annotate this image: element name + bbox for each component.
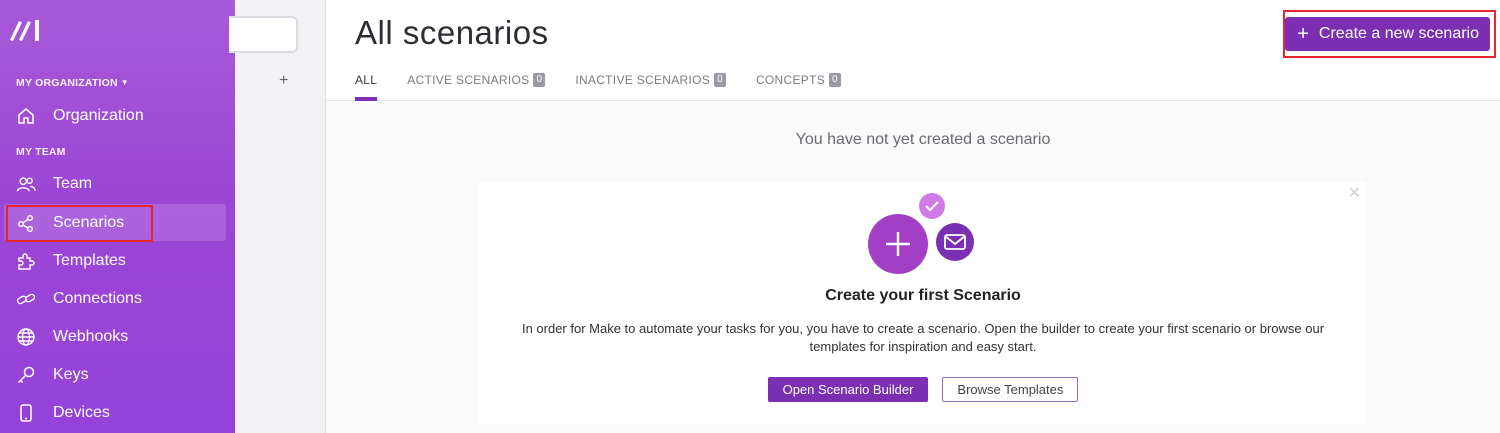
sidebar-item-label: Organization — [53, 106, 144, 124]
sidebar-item-label: Devices — [53, 403, 110, 421]
sidebar-item-organization[interactable]: Organization — [4, 97, 226, 134]
caret-down-icon: ▼ — [120, 78, 129, 87]
sidebar: MY ORGANIZATION ▼ Organization MY TEAM Te… — [0, 0, 235, 433]
tab-label: ACTIVE SCENARIOS — [407, 73, 530, 87]
puzzle-icon — [16, 251, 36, 271]
sidebar-item-label: Keys — [53, 365, 89, 383]
sidebar-item-label: Team — [53, 174, 93, 192]
browse-templates-button[interactable]: Browse Templates — [942, 377, 1079, 402]
open-scenario-builder-button[interactable]: Open Scenario Builder — [767, 377, 929, 402]
home-icon — [16, 106, 36, 126]
app-root: MY ORGANIZATION ▼ Organization MY TEAM Te… — [0, 0, 1500, 433]
card-description: In order for Make to automate your tasks… — [521, 321, 1325, 354]
team-section-label: MY TEAM — [16, 146, 66, 158]
link-icon — [16, 289, 36, 309]
sidebar-item-webhooks[interactable]: Webhooks — [4, 318, 226, 355]
sidebar-item-keys[interactable]: Keys — [4, 356, 226, 393]
scenarios-highlight — [6, 205, 153, 242]
globe-icon — [16, 327, 36, 347]
scenario-tabs: ALL ACTIVE SCENARIOS 0 INACTIVE SCENARIO… — [355, 73, 871, 101]
create-button-highlight — [1283, 10, 1496, 58]
phone-icon — [16, 403, 36, 423]
sidebar-item-connections[interactable]: Connections — [4, 280, 226, 317]
tab-concepts[interactable]: CONCEPTS 0 — [756, 73, 841, 101]
tab-active-scenarios[interactable]: ACTIVE SCENARIOS 0 — [407, 73, 546, 101]
card-title: Create your first Scenario — [825, 287, 1021, 304]
tab-label: ALL — [355, 73, 378, 87]
org-section-text: MY ORGANIZATION — [16, 77, 118, 89]
main-content: All scenarios ALL ACTIVE SCENARIOS 0 INA… — [326, 0, 1500, 433]
close-icon[interactable]: ✕ — [1348, 183, 1361, 203]
make-logo[interactable] — [9, 18, 43, 42]
sidebar-item-templates[interactable]: Templates — [4, 242, 226, 279]
sidebar-item-label: Templates — [53, 251, 126, 269]
scenario-illustration — [868, 193, 974, 274]
sidebar-item-team[interactable]: Team — [4, 165, 226, 202]
main-header: All scenarios ALL ACTIVE SCENARIOS 0 INA… — [326, 0, 1500, 101]
tab-label: INACTIVE SCENARIOS — [575, 73, 711, 87]
count-badge: 0 — [714, 73, 726, 87]
tab-label: CONCEPTS — [755, 73, 826, 87]
sidebar-item-label: Webhooks — [53, 327, 129, 345]
add-folder-icon[interactable]: + — [279, 72, 288, 90]
folder-panel: + — [229, 0, 326, 433]
card-actions: Open Scenario Builder Browse Templates — [479, 377, 1367, 402]
tab-all[interactable]: ALL — [355, 73, 378, 101]
empty-state-message: You have not yet created a scenario — [795, 131, 1051, 148]
page-title: All scenarios — [355, 14, 549, 51]
sidebar-item-devices[interactable]: Devices — [4, 394, 226, 431]
count-badge: 0 — [533, 73, 546, 87]
tab-inactive-scenarios[interactable]: INACTIVE SCENARIOS 0 — [575, 73, 726, 101]
users-icon — [16, 174, 36, 194]
count-badge: 0 — [829, 73, 841, 87]
org-section-label[interactable]: MY ORGANIZATION ▼ — [16, 77, 129, 89]
onboarding-card: ✕ Create your first Scenario In order fo… — [479, 181, 1367, 424]
folder-search-input[interactable] — [229, 16, 298, 53]
key-icon — [16, 365, 36, 385]
sidebar-item-label: Connections — [53, 289, 142, 307]
